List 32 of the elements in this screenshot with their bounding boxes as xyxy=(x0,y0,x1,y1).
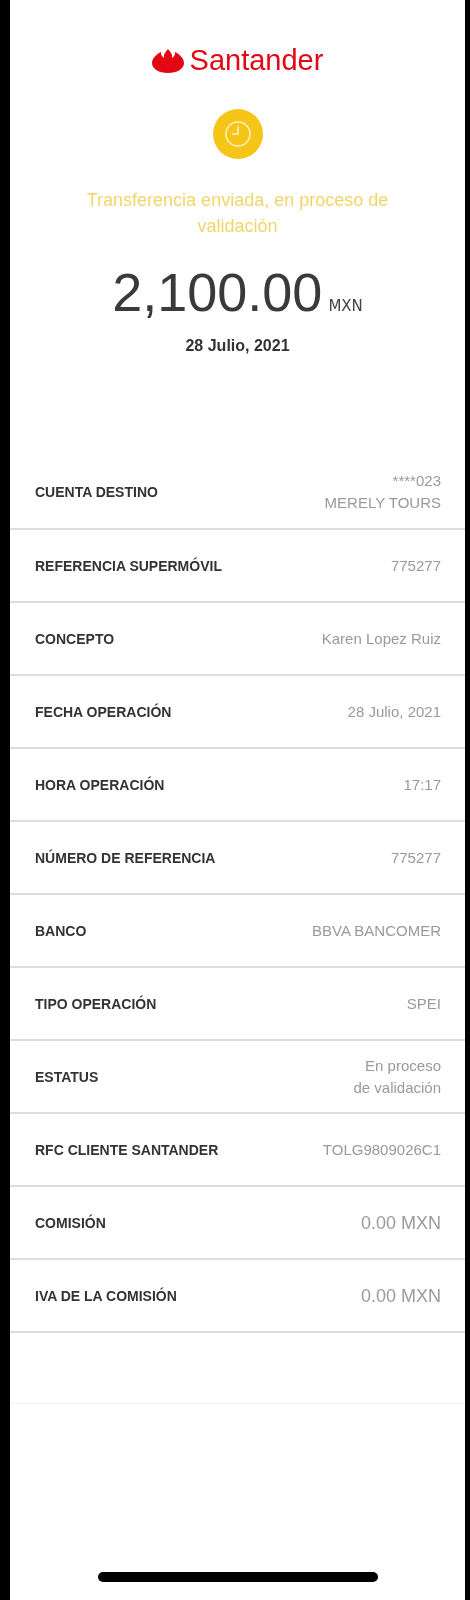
detail-label: FECHA OPERACIÓN xyxy=(35,703,172,720)
detail-label: CONCEPTO xyxy=(35,630,115,647)
detail-value: MERELY TOURS xyxy=(324,492,441,513)
detail-label: BANCO xyxy=(35,922,87,939)
detail-value: Karen Lopez Ruiz xyxy=(321,628,441,649)
amount: 2,100.00 xyxy=(112,261,323,323)
detail-label: REFERENCIA SUPERMÓVIL xyxy=(35,557,222,574)
detail-label: CUENTA DESTINO xyxy=(35,483,158,500)
detail-label: NÚMERO DE REFERENCIA xyxy=(35,849,216,866)
detail-label: HORA OPERACIÓN xyxy=(35,776,165,793)
detail-value: 17:17 xyxy=(403,774,441,795)
detail-value: 775277 xyxy=(390,847,441,868)
detail-label: COMISIÓN xyxy=(35,1214,106,1231)
clock-icon xyxy=(212,109,263,159)
detail-value: SPEI xyxy=(406,993,441,1014)
detail-value: 775277 xyxy=(390,555,441,576)
detail-label: IVA DE LA COMISIÓN xyxy=(35,1287,177,1304)
brand-name: Santander xyxy=(189,44,324,77)
status-message: Transferencia enviada, en proceso de validación xyxy=(85,189,390,238)
detail-value: 28 Julio, 2021 xyxy=(347,701,441,722)
detail-label: TIPO OPERACIÓN xyxy=(35,995,157,1012)
detail-label: ESTATUS xyxy=(35,1068,99,1085)
detail-value: 0.00 MXN xyxy=(360,1211,441,1234)
detail-label: RFC CLIENTE SANTANDER xyxy=(35,1141,219,1158)
detail-value: TOLG9809026C1 xyxy=(322,1139,441,1160)
detail-value: de validación xyxy=(353,1077,441,1098)
detail-value: ****023 xyxy=(392,470,441,491)
detail-value: 0.00 MXN xyxy=(360,1284,441,1307)
currency: MXN xyxy=(328,297,363,315)
detail-value: BBVA BANCOMER xyxy=(312,920,441,941)
detail-value: En proceso xyxy=(365,1055,441,1076)
transfer-date: 28 Julio, 2021 xyxy=(184,337,291,355)
